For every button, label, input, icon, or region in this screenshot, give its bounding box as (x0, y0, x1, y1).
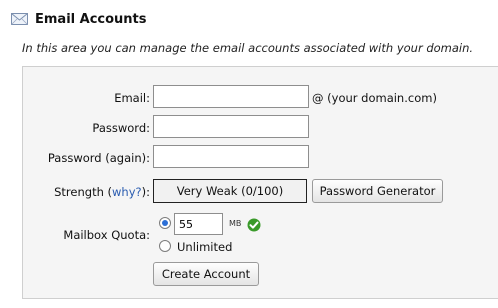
strength-label-prefix: Strength ( (54, 185, 113, 199)
email-field[interactable] (153, 85, 309, 108)
password-label: Password: (92, 121, 150, 135)
password-field[interactable] (153, 115, 309, 138)
create-account-button[interactable]: Create Account (153, 262, 259, 286)
quota-unlimited-radio[interactable] (159, 240, 171, 252)
quota-input[interactable] (174, 213, 223, 235)
strength-why-link[interactable]: why? (112, 185, 142, 199)
page-description: In this area you can manage the email ac… (22, 41, 474, 55)
email-label: Email: (114, 91, 150, 105)
page-title: Email Accounts (35, 12, 147, 27)
quota-limited-radio[interactable] (159, 217, 171, 229)
password-generator-button[interactable]: Password Generator (312, 179, 443, 203)
unlimited-label: Unlimited (177, 240, 233, 254)
email-domain-suffix: @ (your domain.com) (312, 91, 437, 105)
quota-unit: MB (229, 219, 242, 228)
mailbox-quota-label: Mailbox Quota: (63, 228, 150, 242)
check-circle-icon (247, 218, 261, 232)
password-strength-meter: Very Weak (0/100) (153, 179, 307, 203)
mail-envelope-icon (11, 13, 28, 25)
password-again-field[interactable] (153, 145, 309, 168)
strength-label-suffix: ): (141, 185, 150, 199)
password-again-label: Password (again): (47, 151, 150, 165)
strength-label: Strength (why?): (54, 185, 150, 199)
